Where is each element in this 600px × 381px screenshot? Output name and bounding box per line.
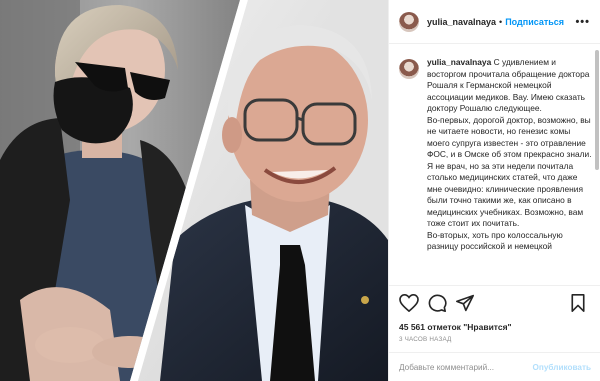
post-timestamp[interactable]: 3 ЧАСОВ НАЗАД	[399, 336, 452, 343]
caption-scrollbar[interactable]	[595, 50, 599, 170]
likes-count[interactable]: 45 561 отметок "Нравится"	[399, 322, 512, 332]
caption-text: yulia_navalnaya С удивлением и восторгом…	[427, 57, 593, 285]
separator-dot: •	[499, 16, 503, 27]
post-photo-collage	[0, 0, 388, 381]
action-bar	[389, 285, 600, 321]
caption-paragraph-2: Во-первых, дорогой доктор, возможно, вы …	[427, 114, 592, 229]
caption-line-1: yulia_navalnaya С удивлением и восторгом…	[427, 57, 593, 115]
caption-username[interactable]: yulia_navalnaya	[427, 57, 491, 67]
heart-icon[interactable]	[399, 294, 421, 312]
comment-input[interactable]	[399, 362, 533, 372]
post-header: yulia_navalnaya • Подписаться •••	[389, 0, 600, 44]
header-username[interactable]: yulia_navalnaya	[427, 17, 496, 27]
follow-button[interactable]: Подписаться	[505, 17, 564, 27]
caption-block: yulia_navalnaya С удивлением и восторгом…	[389, 45, 600, 285]
more-options-icon[interactable]: •••	[575, 16, 590, 28]
avatar[interactable]	[399, 11, 419, 32]
bookmark-icon[interactable]	[569, 294, 591, 312]
caption-avatar[interactable]	[399, 59, 419, 79]
post-side-panel: yulia_navalnaya • Подписаться ••• yulia_…	[388, 0, 600, 381]
comment-icon[interactable]	[427, 294, 449, 312]
publish-button[interactable]: Опубликовать	[533, 363, 591, 372]
post-image[interactable]	[0, 0, 388, 381]
share-icon[interactable]	[455, 294, 477, 312]
caption-paragraph-3: Во-вторых, хоть про колоссальную разницу…	[427, 229, 563, 252]
comment-bar: Опубликовать	[389, 352, 600, 381]
